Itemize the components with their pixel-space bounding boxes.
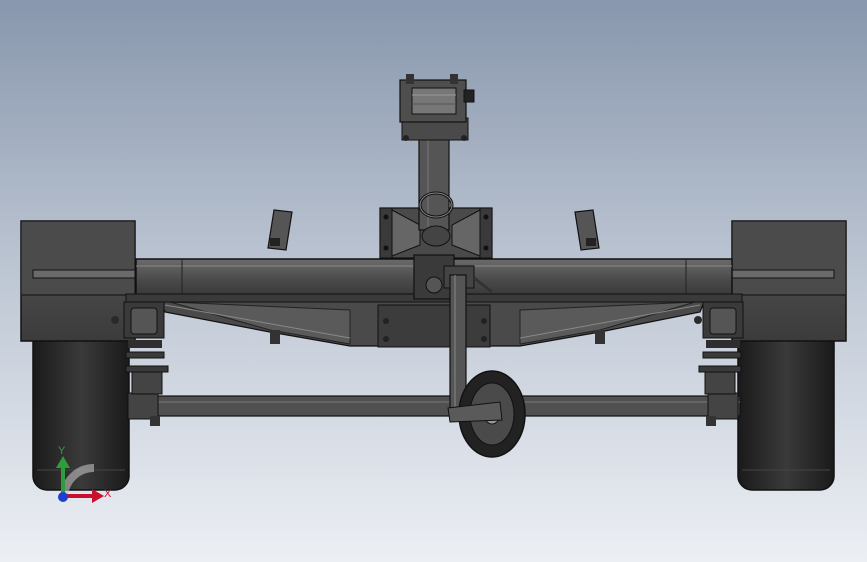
trailer-model-view[interactable]: Y X bbox=[0, 0, 867, 562]
x-axis-label: X bbox=[104, 488, 112, 500]
cad-graphics-viewport[interactable]: Y X bbox=[0, 0, 867, 562]
winch bbox=[399, 74, 475, 123]
left-fender bbox=[20, 220, 136, 342]
z-axis-origin bbox=[58, 492, 68, 502]
right-fender bbox=[731, 220, 847, 342]
y-axis-label: Y bbox=[58, 445, 66, 457]
